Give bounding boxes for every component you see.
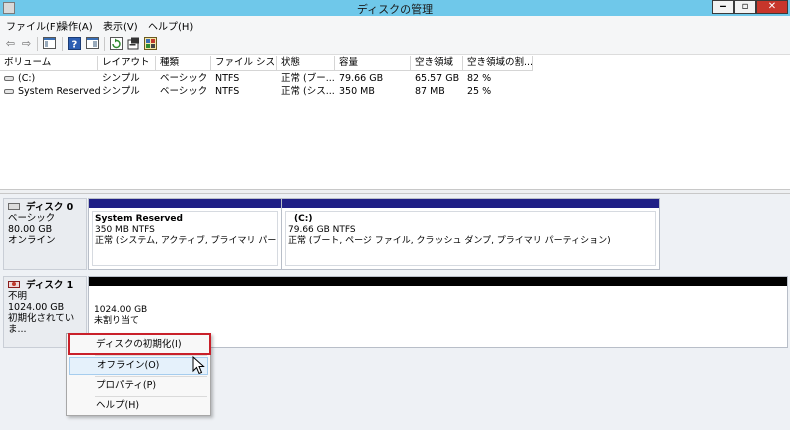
disk-status: 初期化されていま... [8, 313, 75, 335]
column-header-free-space[interactable]: 空き領域 [411, 56, 463, 71]
table-row[interactable]: System Reserved シンプル ベーシック NTFS 正常 (シス..… [0, 85, 790, 98]
partition-bar [282, 199, 659, 208]
partition-name: (C:) [294, 214, 313, 224]
partition-body: System Reserved 350 MB NTFS 正常 (システム, アク… [92, 211, 278, 266]
volume-icon [4, 76, 14, 81]
disk-icon [8, 203, 20, 210]
partition-bar [89, 277, 787, 286]
partition-system-reserved[interactable]: System Reserved 350 MB NTFS 正常 (システム, アク… [89, 199, 282, 269]
disk-warning-icon [8, 281, 20, 288]
disk-status: オンライン [8, 235, 56, 246]
column-header-volume[interactable]: ボリューム [0, 56, 98, 71]
volume-status: 正常 (ブー... [281, 73, 335, 84]
disk-0-label[interactable]: ディスク 0 ベーシック 80.00 GB オンライン [3, 198, 87, 270]
toolbar-separator [104, 37, 105, 51]
menu-view[interactable]: 表示(V) [103, 18, 138, 33]
volume-filesystem: NTFS [215, 86, 240, 97]
volume-free-space: 65.57 GB [415, 73, 460, 84]
partition-status: 正常 (システム, アクティブ, プライマリ パーティション [95, 236, 277, 246]
volume-list: ボリューム レイアウト 種類 ファイル シス... 状態 容量 空き領域 空き領… [0, 56, 790, 190]
console-tree-icon[interactable] [43, 37, 56, 50]
toolbar-separator [62, 37, 63, 51]
table-row[interactable]: (C:) シンプル ベーシック NTFS 正常 (ブー... 79.66 GB … [0, 72, 790, 85]
volume-capacity: 79.66 GB [339, 73, 384, 84]
volume-type: ベーシック [160, 86, 208, 97]
column-header-filesystem[interactable]: ファイル シス... [211, 56, 277, 71]
volume-status: 正常 (シス... [281, 86, 335, 97]
partition-body: (C:) 79.66 GB NTFS 正常 (ブート, ページ ファイル, クラ… [285, 211, 656, 266]
back-icon[interactable]: ⇦ [4, 37, 17, 50]
volume-icon [4, 89, 14, 94]
svg-text:?: ? [72, 40, 78, 51]
partition-status: 未割り当て [94, 316, 140, 326]
menu-file[interactable]: ファイル(F) [6, 18, 60, 33]
menu-help[interactable]: ヘルプ(H) [148, 18, 193, 33]
minimize-button[interactable]: ‒ [712, 0, 734, 14]
volume-filesystem: NTFS [215, 73, 240, 84]
properties-icon[interactable] [127, 37, 140, 50]
partition-size: 350 MB NTFS [95, 225, 155, 235]
column-header-type[interactable]: 種類 [156, 56, 211, 71]
disk-size: 80.00 GB [8, 224, 53, 235]
disk-type: 不明 [8, 291, 28, 302]
volume-free-percent: 25 % [467, 86, 492, 97]
disk-name: ディスク 0 [26, 202, 74, 213]
title-bar: ディスクの管理 ‒ ▫ ✕ [0, 0, 790, 16]
maximize-button[interactable]: ▫ [734, 0, 756, 14]
partition-size: 1024.00 GB [94, 305, 148, 315]
menu-item-help[interactable]: ヘルプ(H) [69, 397, 208, 415]
close-button[interactable]: ✕ [756, 0, 788, 14]
volume-free-percent: 82 % [467, 73, 492, 84]
mouse-cursor-icon [192, 356, 205, 375]
partition-name: System Reserved [95, 214, 183, 224]
column-header-capacity[interactable]: 容量 [335, 56, 411, 71]
volume-capacity: 350 MB [339, 86, 375, 97]
volume-name: (C:) [18, 73, 36, 84]
refresh-icon[interactable] [110, 37, 123, 50]
column-header-free-percent[interactable]: 空き領域の割... [463, 56, 533, 71]
menu-action[interactable]: 操作(A) [58, 18, 93, 33]
disk-0-partitions: System Reserved 350 MB NTFS 正常 (システム, アク… [88, 198, 660, 270]
toolbar-separator [37, 37, 38, 51]
help-icon[interactable]: ? [68, 37, 81, 51]
disk-size: 1024.00 GB [8, 302, 65, 313]
menu-item-properties[interactable]: プロパティ(P) [69, 377, 208, 395]
forward-icon[interactable]: ⇨ [20, 37, 33, 50]
volume-free-space: 87 MB [415, 86, 445, 97]
disk-type: ベーシック [8, 213, 56, 224]
column-header-layout[interactable]: レイアウト [98, 56, 156, 71]
menu-item-offline[interactable]: オフライン(O) [69, 357, 208, 375]
volume-name: System Reserved [18, 86, 101, 97]
volume-type: ベーシック [160, 73, 208, 84]
column-header-status[interactable]: 状態 [277, 56, 335, 71]
action-pane-icon[interactable] [86, 37, 99, 50]
partition-size: 79.66 GB NTFS [288, 225, 356, 235]
menu-bar: ファイル(F) 操作(A) 表示(V) ヘルプ(H) [0, 16, 790, 33]
disk-name: ディスク 1 [26, 280, 74, 291]
highlight-outline [68, 333, 211, 355]
toolbar: ⇦ ⇨ ? [0, 33, 790, 55]
window-title: ディスクの管理 [356, 3, 434, 16]
volume-layout: シンプル [102, 86, 140, 97]
partition-c[interactable]: (C:) 79.66 GB NTFS 正常 (ブート, ページ ファイル, クラ… [282, 199, 659, 269]
volume-layout: シンプル [102, 73, 140, 84]
partition-bar [89, 199, 281, 208]
settings-icon[interactable] [144, 37, 157, 50]
partition-status: 正常 (ブート, ページ ファイル, クラッシュ ダンプ, プライマリ パーティ… [288, 236, 611, 246]
menu-separator [95, 355, 207, 356]
